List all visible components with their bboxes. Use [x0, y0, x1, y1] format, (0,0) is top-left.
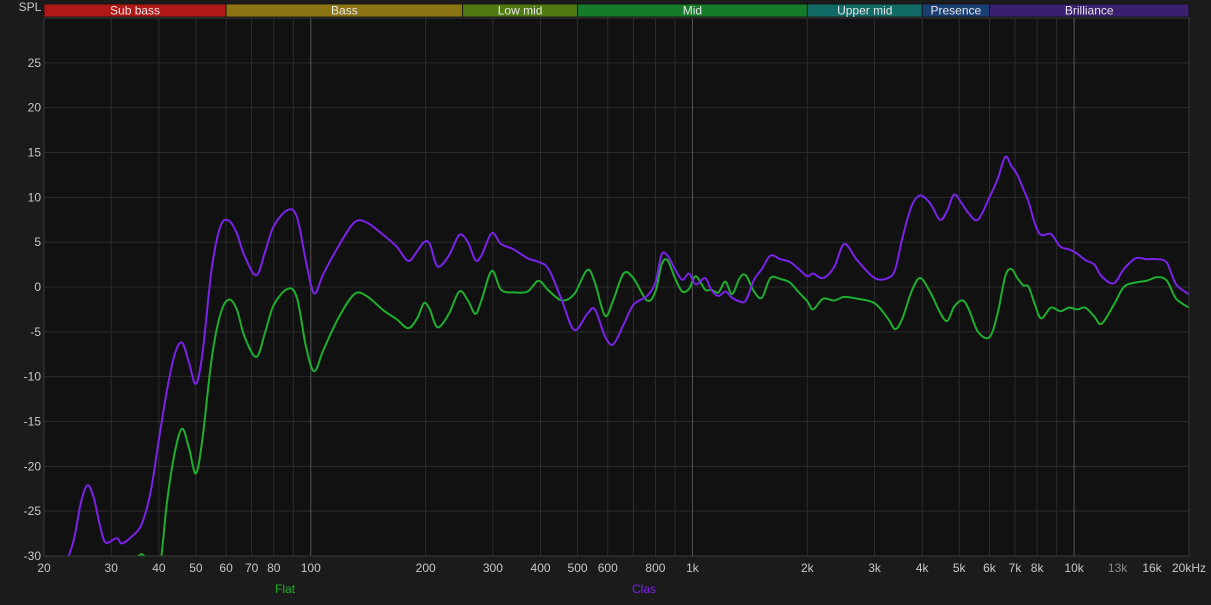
x-tick-label-70: 70 [245, 561, 259, 575]
legend-label-clas[interactable]: Clas [632, 582, 656, 596]
y-tick-label-20: 20 [28, 101, 42, 115]
x-tick-label-16k: 16k [1142, 561, 1162, 575]
y-tick-label-15: 15 [28, 146, 42, 160]
band-label-sub-bass: Sub bass [110, 4, 160, 18]
band-mid: Mid [577, 4, 808, 18]
x-tick-label-400: 400 [531, 561, 551, 575]
band-label-brilliance: Brilliance [1065, 4, 1114, 18]
x-tick-label-800: 800 [645, 561, 665, 575]
y-tick-label-5: 5 [34, 235, 41, 249]
x-tick-label-50: 50 [189, 561, 203, 575]
y-tick-label-10: 10 [28, 190, 42, 204]
x-tick-label-300: 300 [483, 561, 503, 575]
y-tick-label-25: -25 [24, 504, 42, 518]
x-tick-label-40: 40 [152, 561, 166, 575]
frequency-bands: Sub bass Bass Low mid Mid Upper mid Presence B… [43, 4, 1190, 18]
x-tick-label-5k: 5k [953, 561, 967, 575]
band-low-mid: Low mid [462, 4, 578, 18]
band-label-upper-mid: Upper mid [837, 4, 892, 18]
x-tick-label-10k: 10k [1064, 561, 1084, 575]
y-tick-label-20: -20 [24, 459, 42, 473]
band-label-bass: Bass [331, 4, 358, 18]
band-label-presence: Presence [930, 4, 981, 18]
y-tick-label-15: -15 [24, 415, 42, 429]
x-tick-label-500: 500 [568, 561, 588, 575]
x-tick-label-200: 200 [416, 561, 436, 575]
x-tick-label-600: 600 [598, 561, 618, 575]
y-axis-label: SPL [19, 0, 42, 14]
x-tick-label-7k: 7k [1009, 561, 1023, 575]
band-upper-mid: Upper mid [806, 4, 923, 18]
x-tick-label-20: 20 [37, 561, 51, 575]
band-brilliance: Brilliance [989, 4, 1190, 18]
x-tick-label-3k: 3k [868, 561, 882, 575]
x-tick-label-4k: 4k [916, 561, 930, 575]
x-tick-label-60: 60 [219, 561, 233, 575]
band-label-low-mid: Low mid [498, 4, 543, 18]
y-tick-label-25: 25 [28, 56, 42, 70]
y-tick-label-5: -5 [30, 325, 41, 339]
y-tick-label-10: -10 [24, 370, 42, 384]
frequency-response-chart: Sub bass Bass Low mid Mid Upper mid Presence B… [0, 0, 1211, 600]
x-tick-label-8k: 8k [1031, 561, 1045, 575]
x-tick-label-6k: 6k [983, 561, 997, 575]
band-label-mid: Mid [683, 4, 702, 18]
band-bass: Bass [225, 4, 464, 18]
x-tick-label-100: 100 [301, 561, 321, 575]
legend-label-flat[interactable]: Flat [275, 582, 296, 596]
x-tick-label-1k: 1k [686, 561, 700, 575]
band-sub-bass: Sub bass [43, 4, 227, 18]
x-tick-label-20khz: 20kHz [1172, 561, 1206, 575]
chart-svg: Sub bass Bass Low mid Mid Upper mid Presence B… [0, 0, 1211, 600]
x-tick-label-30: 30 [105, 561, 119, 575]
band-presence: Presence [921, 4, 990, 18]
x-tick-label-2k: 2k [801, 561, 815, 575]
x-tick-label-80: 80 [267, 561, 281, 575]
y-tick-label-0: 0 [34, 280, 41, 294]
x-tick-label-13k: 13k [1108, 561, 1128, 575]
